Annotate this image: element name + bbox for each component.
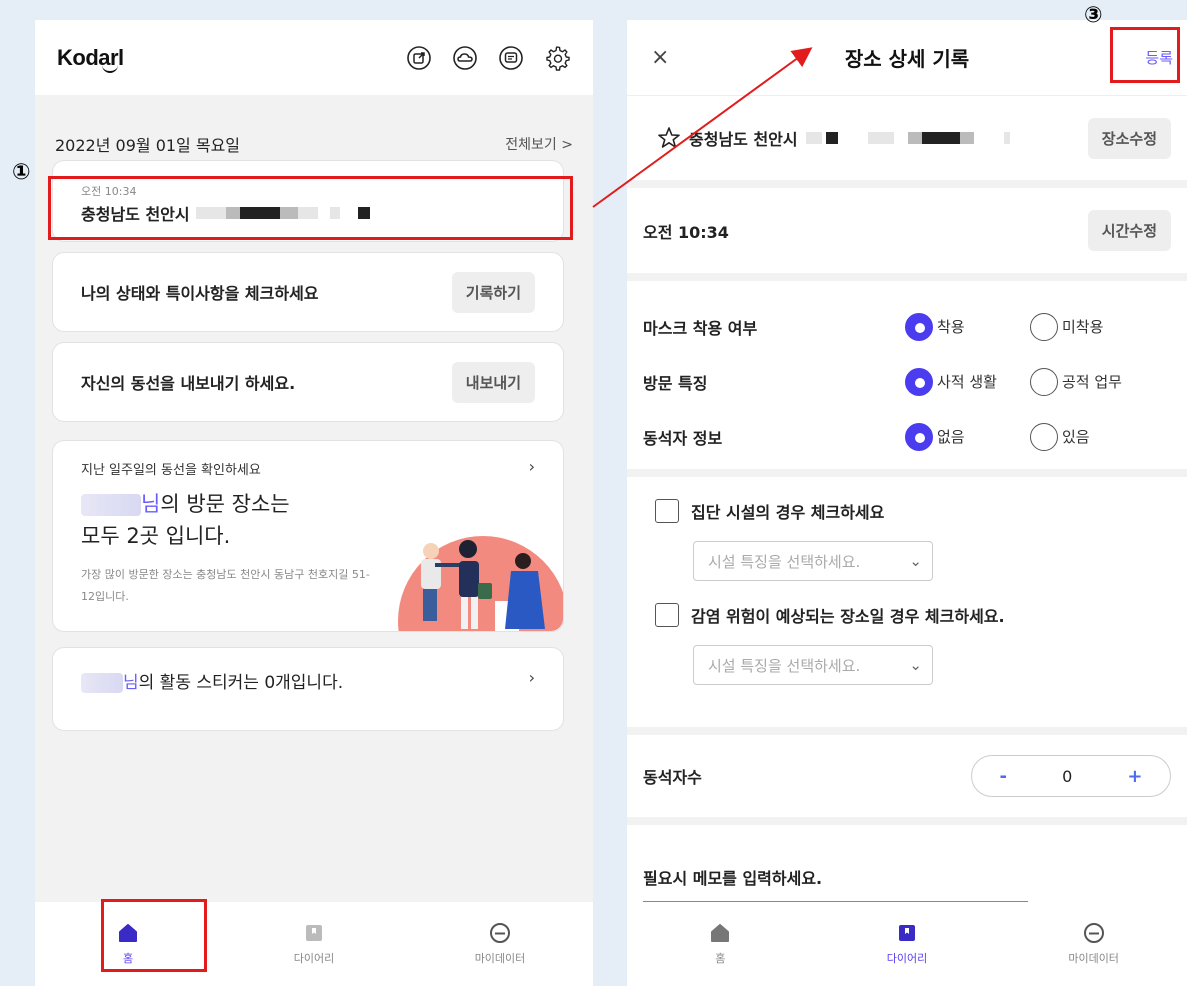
home-icon: [119, 924, 137, 942]
weekly-summary-card[interactable]: 지난 일주일의 동선을 확인하세요 › 님의 방문 장소는 모두 2곳 입니다.…: [52, 440, 564, 632]
group-facility-check[interactable]: 집단 시설의 경우 체크하세요: [655, 499, 1159, 523]
sticker-card[interactable]: 님의 활동 스티커는 0개입니다. ›: [52, 647, 564, 731]
register-button[interactable]: 등록: [1145, 47, 1173, 68]
home-icon: [711, 924, 730, 942]
redacted-user-name: [81, 673, 123, 693]
share-icon[interactable]: [405, 44, 433, 72]
memo-label: 필요시 메모를 입력하세요.: [643, 869, 823, 888]
edit-time-button[interactable]: 시간수정: [1087, 210, 1171, 251]
time-row: 오전 10:34 시간수정: [627, 188, 1187, 273]
app-header: Kodarl: [35, 20, 593, 95]
chevron-right-icon: ›: [528, 668, 535, 687]
companion-question: 동석자 정보 없음 있음: [643, 409, 1171, 464]
redacted-user-name: [81, 494, 141, 516]
status-check-text: 나의 상태와 특이사항을 체크하세요: [81, 284, 319, 303]
date-label: 2022년 09월 01일 목요일: [55, 136, 241, 155]
place-detail-screen: × 장소 상세 기록 등록 충청남도 천안시 장소수정 오전 10:34 시간수…: [627, 20, 1187, 986]
location-time: 오전 10:34: [81, 185, 137, 198]
companion-count-label: 동석자수: [643, 768, 702, 787]
bottom-nav: 홈 다이어리 마이데이터: [627, 902, 1187, 986]
radio-private-life[interactable]: 사적 생활: [905, 367, 1030, 396]
see-all-link[interactable]: 전체보기 >: [505, 134, 573, 154]
checkbox[interactable]: [655, 499, 679, 523]
nav-mydata[interactable]: 마이데이터: [450, 922, 550, 966]
step-marker-1: ①: [12, 160, 31, 185]
chat-bubble-icon: [490, 923, 510, 943]
people-illustration: [383, 511, 563, 631]
gear-icon[interactable]: [543, 44, 571, 72]
export-card: 자신의 동선을 내보내기 하세요. 내보내기: [52, 342, 564, 422]
chevron-right-icon: ›: [528, 457, 535, 476]
export-text: 자신의 동선을 내보내기 하세요.: [81, 374, 296, 393]
close-icon[interactable]: ×: [651, 45, 669, 70]
weekly-subtitle: 지난 일주일의 동선을 확인하세요: [81, 463, 261, 478]
companion-count-section: 동석자수 - 0 +: [627, 735, 1187, 817]
companion-count-value: 0: [1062, 766, 1073, 786]
visit-type-question: 방문 특징 사적 생활 공적 업무: [643, 354, 1171, 409]
step-marker-3: ③: [1084, 3, 1103, 28]
facility-select-1[interactable]: 시설 특징을 선택하세요. ⌄: [693, 541, 933, 581]
detail-header: × 장소 상세 기록 등록: [627, 20, 1187, 95]
visit-count-text: 모두 2곳 입니다.: [81, 524, 231, 548]
redacted-address: [195, 207, 370, 219]
facility-select-2[interactable]: 시설 특징을 선택하세요. ⌄: [693, 645, 933, 685]
facility-section: 집단 시설의 경우 체크하세요 시설 특징을 선택하세요. ⌄ 감염 위험이 예상…: [627, 477, 1187, 727]
checkbox[interactable]: [655, 603, 679, 627]
edit-place-button[interactable]: 장소수정: [1087, 117, 1171, 159]
radio-companion-yes[interactable]: 있음: [1030, 422, 1155, 451]
nav-diary[interactable]: 다이어리: [857, 922, 957, 966]
record-button[interactable]: 기록하기: [451, 271, 535, 313]
home-screen: Kodarl 2022년 09월 01일 목요일 전체보기 > 오전 10:34…: [35, 20, 593, 986]
location-card[interactable]: 오전 10:34 충청남도 천안시: [52, 160, 564, 242]
star-icon[interactable]: [657, 126, 681, 150]
increment-button[interactable]: +: [1127, 766, 1142, 787]
place-row: 충청남도 천안시 장소수정: [627, 95, 1187, 180]
radio-companion-none[interactable]: 없음: [905, 422, 1030, 451]
decrement-button[interactable]: -: [1000, 766, 1007, 787]
companion-stepper[interactable]: - 0 +: [971, 755, 1171, 797]
bookmark-icon: [898, 925, 915, 941]
message-icon[interactable]: [497, 44, 525, 72]
radio-official-work[interactable]: 공적 업무: [1030, 367, 1155, 396]
sticker-count-text: 의 활동 스티커는 0개입니다.: [138, 673, 344, 693]
redacted-address: [805, 132, 1010, 144]
export-button[interactable]: 내보내기: [451, 361, 535, 403]
place-name: 충청남도 천안시: [689, 130, 798, 149]
page-title: 장소 상세 기록: [844, 47, 970, 71]
visit-time: 오전 10:34: [643, 222, 729, 242]
bookmark-icon: [306, 925, 322, 941]
chat-bubble-icon: [1083, 923, 1104, 943]
app-logo: Kodarl: [57, 45, 124, 73]
nav-diary[interactable]: 다이어리: [264, 922, 364, 966]
mask-question: 마스크 착용 여부 착용 미착용: [643, 299, 1171, 354]
infection-risk-check[interactable]: 감염 위험이 예상되는 장소일 경우 체크하세요.: [655, 603, 1159, 627]
nav-home[interactable]: 홈: [670, 922, 770, 966]
radio-mask-no[interactable]: 미착용: [1030, 312, 1155, 341]
question-section: 마스크 착용 여부 착용 미착용 방문 특징 사적 생활 공적 업무 동석자 정…: [627, 281, 1187, 469]
most-visited-text: 가장 많이 방문한 장소는 충청남도 천안시 동남구 천호지길 51-12입니다…: [81, 568, 370, 603]
radio-mask-yes[interactable]: 착용: [905, 312, 1030, 341]
location-name: 충청남도 천안시: [81, 205, 190, 224]
nav-home[interactable]: 홈: [78, 922, 178, 966]
nav-mydata[interactable]: 마이데이터: [1044, 922, 1144, 966]
bottom-nav: 홈 다이어리 마이데이터: [35, 902, 593, 986]
cloud-icon[interactable]: [451, 44, 479, 72]
status-check-card: 나의 상태와 특이사항을 체크하세요 기록하기: [52, 252, 564, 332]
